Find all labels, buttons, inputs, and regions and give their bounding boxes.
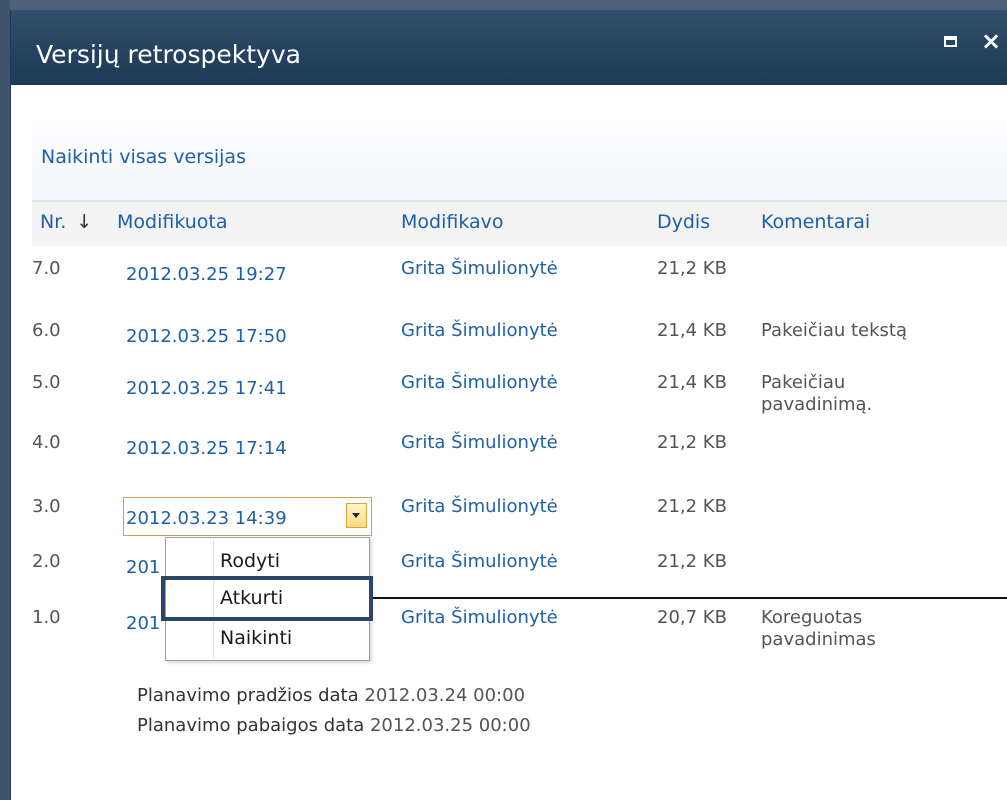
version-size: 21,2 KB [657,551,727,572]
column-header-comments: Komentarai [761,211,871,233]
version-date-link[interactable]: 2012.03.25 17:41 [126,378,287,400]
version-date-link[interactable]: 201 [126,557,160,579]
callout-line [373,597,1007,599]
column-header-size[interactable]: Dydis [657,210,710,234]
version-author-link[interactable]: Grita Šimulionytė [401,496,558,518]
column-header-modified-by[interactable]: Modifikavo [401,210,504,234]
version-size: 20,7 KB [657,607,727,628]
version-date-link[interactable]: 2012.03.23 14:39 [126,508,287,530]
schedule-start-row: Planavimo pradžios data 2012.03.24 00:00 [137,685,525,707]
version-author-link[interactable]: Grita Šimulionytė [401,432,558,454]
action-bar: Naikinti visas versijas [32,110,1007,202]
version-number: 1.0 [32,607,61,628]
version-date-link[interactable]: 2012.03.25 17:14 [126,438,287,460]
column-number-label: Nr. [40,211,67,233]
version-size: 21,4 KB [657,372,727,393]
sort-descending-icon: ↓ [76,211,93,233]
table-header: Nr. ↓ Modifikuota Modifikavo Dydis Komen… [32,202,1007,246]
version-comment: Koreguotas pavadinimas [761,607,876,650]
version-date-link[interactable]: 2012.03.25 17:50 [126,326,287,348]
version-history-dialog: Versijų retrospektyva × Naikinti visas v… [10,10,1007,800]
version-number: 3.0 [32,496,61,517]
version-size: 21,4 KB [657,320,727,341]
version-number: 7.0 [32,258,61,279]
schedule-start-label: Planavimo pradžios data [137,685,359,706]
restore-callout-highlight [161,576,373,621]
menu-item-view[interactable]: Rodyti [220,549,280,573]
version-author-link[interactable]: Grita Šimulionytė [401,607,558,629]
schedule-start-value: 2012.03.24 00:00 [364,685,526,706]
window-left-edge [0,0,10,800]
menu-item-delete[interactable]: Naikinti [220,626,292,650]
version-date-menu-trigger[interactable]: 2012.03.23 14:39 [123,497,372,536]
dialog-titlebar: Versijų retrospektyva × [11,10,1007,85]
version-comment: Pakeičiau pavadinimą. [761,372,873,415]
version-date-link[interactable]: 2012.03.25 19:27 [126,264,287,286]
schedule-end-label: Planavimo pabaigos data [137,715,365,736]
version-number: 4.0 [32,432,61,453]
version-author-link[interactable]: Grita Šimulionytė [401,551,558,573]
version-size: 21,2 KB [657,496,727,517]
schedule-end-row: Planavimo pabaigos data 2012.03.25 00:00 [137,715,531,737]
version-comment: Pakeičiau tekstą [761,320,908,341]
window-top-strip [0,0,1007,10]
version-author-link[interactable]: Grita Šimulionytė [401,320,558,342]
version-size: 21,2 KB [657,258,727,279]
version-number: 5.0 [32,372,61,393]
version-author-link[interactable]: Grita Šimulionytė [401,258,558,280]
maximize-icon[interactable] [944,36,957,47]
close-icon[interactable]: × [981,29,1001,53]
dropdown-button[interactable] [346,503,367,528]
version-author-link[interactable]: Grita Šimulionytė [401,372,558,394]
schedule-end-value: 2012.03.25 00:00 [369,715,531,736]
column-header-number[interactable]: Nr. ↓ [40,210,92,234]
column-header-modified[interactable]: Modifikuota [117,210,228,234]
version-number: 2.0 [32,551,61,572]
dialog-content: Naikinti visas versijas Nr. ↓ Modifikuot… [32,110,1007,785]
delete-all-versions-link[interactable]: Naikinti visas versijas [41,146,246,168]
version-number: 6.0 [32,320,61,341]
dialog-title: Versijų retrospektyva [36,40,301,69]
version-size: 21,2 KB [657,432,727,453]
version-date-link[interactable]: 201 [126,613,160,635]
chevron-down-icon [352,513,360,518]
